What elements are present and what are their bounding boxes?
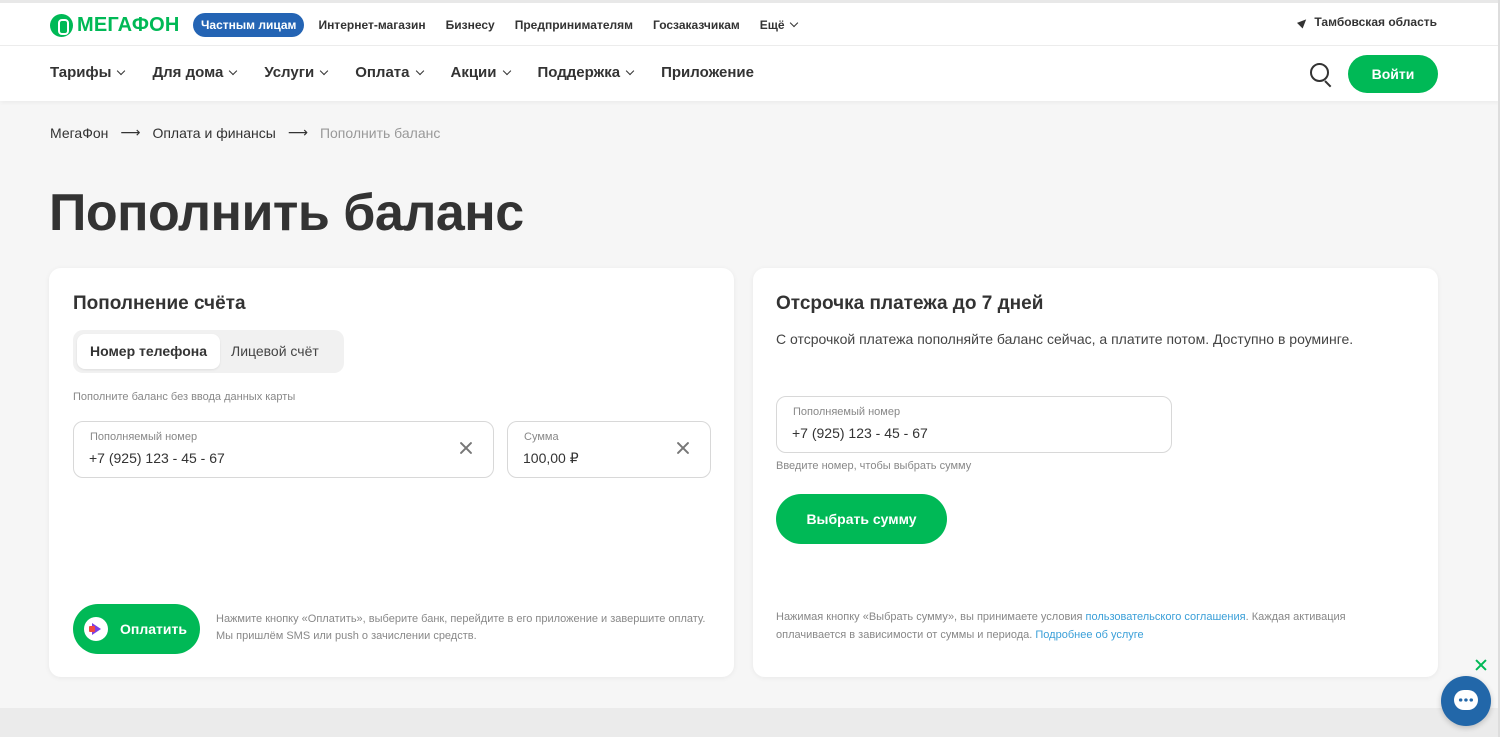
nav-services[interactable]: Услуги [264, 64, 329, 81]
deferred-description: С отсрочкой платежа пополняйте баланс се… [776, 331, 1354, 347]
chevron-down-icon [229, 66, 238, 76]
phone-input[interactable]: Пополняемый номер +7 (925) 123 - 45 - 67 [73, 421, 494, 478]
top-bar: МЕГАФОН Частным лицам Интернет-магазин Б… [0, 0, 1500, 46]
clear-icon[interactable] [676, 441, 690, 455]
close-icon[interactable] [1475, 659, 1487, 671]
login-button[interactable]: Войти [1348, 55, 1438, 93]
chevron-down-icon [789, 18, 798, 28]
pay-button-label: Оплатить [120, 621, 187, 637]
chevron-down-icon [415, 66, 424, 76]
segment-private[interactable]: Частным лицам [193, 13, 305, 37]
terms-prefix: Нажимая кнопку «Выбрать сумму», вы прини… [776, 611, 1083, 623]
megafon-logo-icon [50, 13, 73, 37]
tab-phone-number[interactable]: Номер телефона [77, 334, 220, 369]
chat-button[interactable] [1441, 676, 1491, 726]
deferred-phone-value: +7 (925) 123 - 45 - 67 [792, 425, 928, 441]
nav-support[interactable]: Поддержка [537, 64, 635, 81]
choose-amount-button[interactable]: Выбрать сумму [776, 494, 947, 544]
deferred-payment-card: Отсрочка платежа до 7 дней С отсрочкой п… [753, 268, 1438, 677]
chat-dots-icon [1458, 698, 1474, 702]
segment-more[interactable]: Ещё [750, 13, 807, 37]
nav-tariffs-label: Тарифы [50, 64, 112, 81]
nav-payment-label: Оплата [355, 64, 410, 81]
nav-tariffs[interactable]: Тарифы [50, 64, 126, 81]
breadcrumb-current: Пополнить баланс [319, 124, 441, 141]
segment-government[interactable]: Госзаказчикам [643, 13, 750, 37]
region-selector[interactable]: Тамбовская область [1297, 15, 1437, 29]
pay-button[interactable]: Оплатить [73, 604, 200, 654]
main-nav: Тарифы Для дома Услуги Оплата Акции Подд… [50, 64, 782, 81]
chevron-down-icon [319, 66, 329, 76]
nav-payment[interactable]: Оплата [355, 64, 424, 81]
breadcrumb: МегаФон ⟶ Оплата и финансы ⟶ Пополнить б… [50, 124, 440, 141]
logo-text: МЕГАФОН [77, 13, 180, 36]
footer-strip [0, 708, 1500, 737]
nav-promos-label: Акции [450, 64, 497, 81]
region-label: Тамбовская область [1314, 15, 1437, 29]
search-icon[interactable] [1310, 63, 1332, 85]
page-title: Пополнить баланс [49, 184, 524, 242]
segment-business[interactable]: Бизнесу [436, 13, 505, 37]
amount-input-label: Сумма [524, 431, 559, 443]
megafon-logo[interactable]: МЕГАФОН [50, 13, 180, 37]
breadcrumb-home[interactable]: МегаФон [50, 125, 108, 141]
location-arrow-icon [1297, 15, 1310, 29]
phone-input-label: Пополняемый номер [90, 431, 198, 443]
sbp-icon [84, 617, 108, 641]
segment-links: Частным лицам Интернет-магазин Бизнесу П… [193, 13, 807, 37]
chevron-down-icon [625, 66, 635, 76]
topup-heading: Пополнение счёта [73, 293, 246, 314]
deferred-phone-input[interactable]: Пополняемый номер +7 (925) 123 - 45 - 67 [776, 396, 1172, 453]
tab-account[interactable]: Лицевой счёт [231, 334, 319, 369]
segment-more-label: Ещё [759, 18, 785, 32]
deferred-phone-label: Пополняемый номер [793, 406, 901, 418]
chevron-down-icon [502, 66, 511, 76]
clear-icon[interactable] [459, 441, 473, 455]
chevron-down-icon [117, 66, 126, 76]
arrow-right-icon: ⟶ [120, 124, 141, 140]
segment-entrepreneurs[interactable]: Предпринимателям [505, 13, 643, 37]
nav-support-label: Поддержка [537, 64, 621, 81]
deferred-terms: Нажимая кнопку «Выбрать сумму», вы прини… [776, 608, 1416, 644]
topup-hint: Пополните баланс без ввода данных карты [73, 391, 296, 403]
topup-tabs: Номер телефона Лицевой счёт [73, 330, 344, 373]
deferred-heading: Отсрочка платежа до 7 дней [776, 293, 1044, 314]
amount-input-value: 100,00 ₽ [523, 450, 579, 466]
arrow-right-icon: ⟶ [287, 124, 308, 140]
phone-input-value: +7 (925) 123 - 45 - 67 [89, 450, 225, 466]
amount-input[interactable]: Сумма 100,00 ₽ [507, 421, 711, 478]
topup-card: Пополнение счёта Номер телефона Лицевой … [49, 268, 734, 677]
nav-home-label: Для дома [152, 64, 224, 81]
breadcrumb-payment[interactable]: Оплата и финансы [152, 125, 275, 141]
nav-app[interactable]: Приложение [661, 64, 754, 81]
segment-shop[interactable]: Интернет-магазин [308, 13, 435, 37]
nav-home[interactable]: Для дома [152, 64, 238, 81]
service-details-link[interactable]: Подробнее об услуге [1035, 629, 1143, 641]
deferred-phone-hint: Введите номер, чтобы выбрать сумму [776, 460, 972, 472]
nav-services-label: Услуги [264, 64, 315, 81]
main-navbar: Тарифы Для дома Услуги Оплата Акции Подд… [0, 46, 1500, 101]
user-agreement-link[interactable]: пользовательского соглашения [1085, 611, 1245, 623]
pay-note: Нажмите кнопку «Оплатить», выберите банк… [216, 613, 706, 642]
nav-promos[interactable]: Акции [450, 64, 511, 81]
